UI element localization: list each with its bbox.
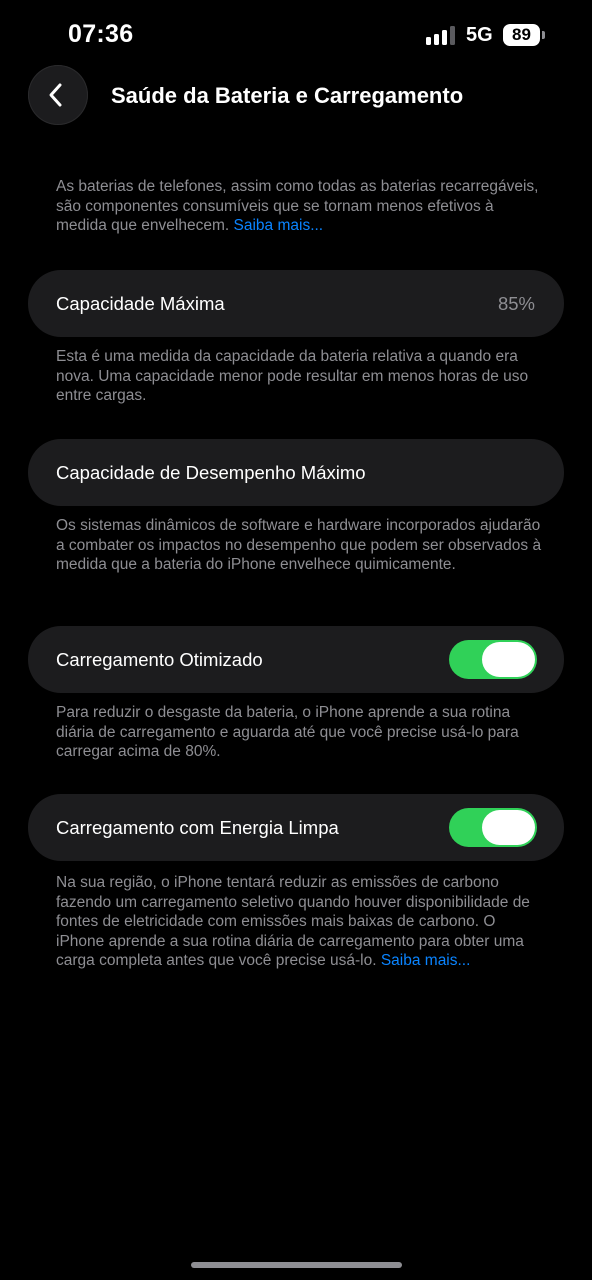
max-capacity-value: 85% xyxy=(497,293,535,314)
optimized-charging-row: Carregamento Otimizado xyxy=(28,626,564,693)
home-indicator[interactable] xyxy=(191,1262,402,1268)
status-bar: 07:36 5G 89 xyxy=(0,0,592,70)
toggle-knob xyxy=(482,642,535,677)
intro-text: As baterias de telefones, assim como tod… xyxy=(56,177,546,236)
optimized-charging-footnote: Para reduzir o desgaste da bateria, o iP… xyxy=(56,704,519,760)
clean-energy-charging-label: Carregamento com Energia Limpa xyxy=(56,817,339,838)
optimized-charging-label: Carregamento Otimizado xyxy=(56,649,263,670)
clean-energy-charging-toggle[interactable] xyxy=(449,808,537,847)
peak-performance-footnote: Os sistemas dinâmicos de software e hard… xyxy=(56,517,542,573)
cellular-signal-icon xyxy=(426,25,458,45)
clean-energy-charging-row: Carregamento com Energia Limpa xyxy=(28,794,564,861)
max-capacity-label: Capacidade Máxima xyxy=(56,293,225,314)
optimized-charging-toggle[interactable] xyxy=(449,640,537,679)
battery-level: 89 xyxy=(512,25,531,44)
page-title: Saúde da Bateria e Carregamento xyxy=(111,83,464,108)
max-capacity-footnote: Esta é uma medida da capacidade da bater… xyxy=(56,348,529,404)
chevron-left-icon xyxy=(49,83,62,107)
toggle-knob xyxy=(482,810,535,845)
peak-performance-row: Capacidade de Desempenho Máximo xyxy=(28,439,564,506)
battery-tip xyxy=(542,31,545,39)
back-button[interactable] xyxy=(28,65,88,125)
learn-more-link[interactable]: Saiba mais... xyxy=(381,952,471,969)
peak-performance-label: Capacidade de Desempenho Máximo xyxy=(56,462,366,483)
battery-icon: 89 xyxy=(503,24,540,46)
max-capacity-row: Capacidade Máxima 85% xyxy=(28,270,564,337)
learn-more-link[interactable]: Saiba mais... xyxy=(234,217,324,234)
status-time: 07:36 xyxy=(68,20,134,48)
network-type: 5G xyxy=(466,24,493,46)
clean-energy-charging-footnote: Na sua região, o iPhone tentará reduzir … xyxy=(56,873,546,971)
